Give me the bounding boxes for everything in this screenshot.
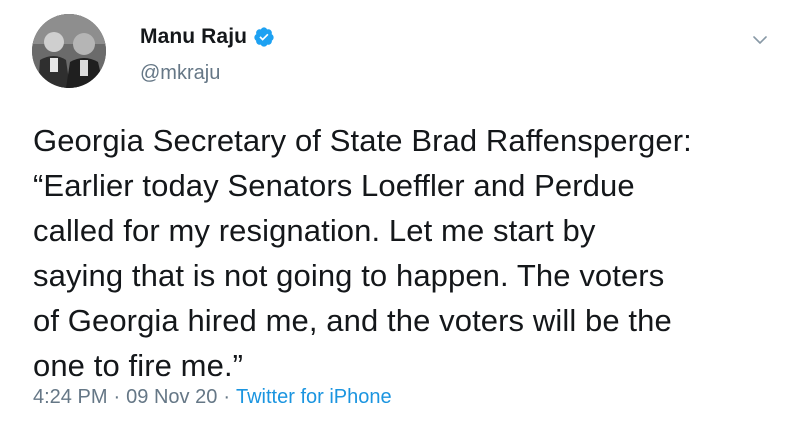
meta-separator: · [223,386,230,408]
meta-separator: · [113,386,121,408]
tweet-meta: 4:24 PM · 09 Nov 20 · Twitter for iPhone [33,386,392,409]
avatar[interactable] [32,14,106,88]
author-block: Manu Raju @mkraju [140,22,275,85]
verified-badge-icon [253,26,275,48]
author-display-name[interactable]: Manu Raju [140,25,247,49]
chevron-down-icon[interactable] [750,30,770,50]
tweet-time[interactable]: 4:24 PM [33,386,107,409]
avatar-image [32,14,106,88]
name-row: Manu Raju [140,22,275,52]
tweet-card: Manu Raju @mkraju Georgia Secretary of S… [0,0,800,436]
tweet-source-link[interactable]: Twitter for iPhone [236,386,392,409]
tweet-date[interactable]: 09 Nov 20 [126,386,217,409]
author-handle[interactable]: @mkraju [140,62,275,85]
tweet-text: Georgia Secretary of State Brad Raffensp… [33,123,692,383]
